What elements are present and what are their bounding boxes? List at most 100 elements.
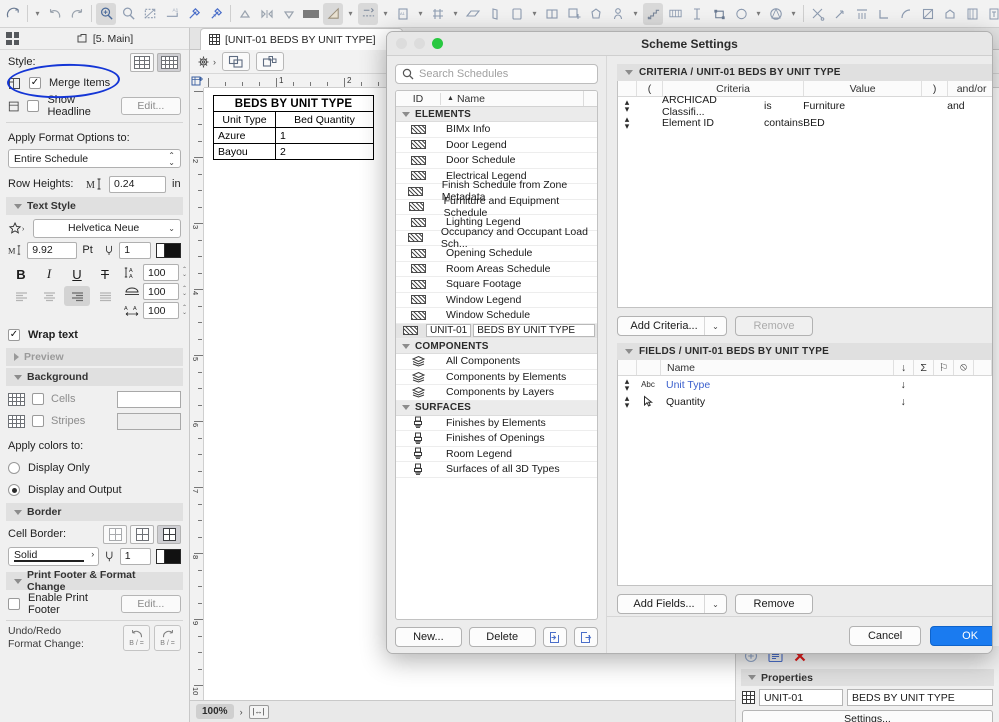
list-item[interactable]: Furniture and Equipment Schedule <box>396 200 597 216</box>
marquee-icon[interactable] <box>140 3 160 25</box>
triangle-icon[interactable] <box>235 3 255 25</box>
chevron-down-icon-criteria[interactable]: ⌄ <box>704 317 726 335</box>
border-mid-button[interactable] <box>130 525 154 544</box>
list-header-id[interactable]: ID <box>396 93 440 105</box>
merge-cells-button[interactable] <box>222 52 250 71</box>
criteria-close-paren[interactable] <box>921 97 947 114</box>
reorder-handle-icon[interactable]: ▴▾ <box>625 395 630 409</box>
list-item[interactable]: Window Schedule <box>396 308 597 324</box>
chevron-down-icon-2[interactable]: ▾ <box>345 3 356 25</box>
background-section[interactable]: Background <box>6 368 183 386</box>
show-headline-checkbox[interactable] <box>27 100 39 112</box>
criteria-col-open[interactable]: ( <box>636 81 662 96</box>
redo-icon[interactable] <box>67 3 87 25</box>
triangle-down-icon[interactable] <box>279 3 299 25</box>
criteria-row-handle[interactable]: ▴▾ <box>618 114 636 131</box>
list-item[interactable]: Door Legend <box>396 138 597 154</box>
adjust-icon[interactable] <box>918 3 938 25</box>
zoom-chevron-icon[interactable]: › <box>240 707 243 717</box>
chevron-down-icon-4[interactable]: ▾ <box>415 3 426 25</box>
border-all-button[interactable] <box>157 525 181 544</box>
measure-icon[interactable]: A1 <box>162 3 182 25</box>
list-item[interactable]: Surfaces of all 3D Types <box>396 462 597 478</box>
list-item[interactable]: Finishes of Openings <box>396 431 597 447</box>
criteria-table[interactable]: ( Criteria Value ) and/or ▴▾ARCHICAD Cla… <box>617 81 993 308</box>
close-window-button[interactable] <box>396 38 407 49</box>
hatch-tool-icon[interactable] <box>962 3 982 25</box>
slab-icon[interactable] <box>463 3 483 25</box>
worksheet-icon[interactable]: A1 <box>393 3 413 25</box>
field-flag-cell[interactable] <box>933 376 953 393</box>
properties-settings-button[interactable]: Settings... <box>742 710 993 722</box>
field-sort-icon[interactable]: ↓ <box>893 376 913 393</box>
criteria-operator[interactable]: is <box>764 100 772 112</box>
field-hide-cell[interactable] <box>953 393 973 410</box>
view-tab[interactable]: [5. Main] <box>27 33 183 45</box>
beam-icon[interactable] <box>687 3 707 25</box>
fields-col-hide-icon[interactable]: ⦸ <box>953 360 973 375</box>
list-item[interactable]: BIMx Info <box>396 122 597 138</box>
criteria-row[interactable]: ▴▾ Element IDcontainsBED <box>618 114 993 131</box>
align-justify-button[interactable] <box>92 286 118 306</box>
enable-print-footer-checkbox[interactable] <box>8 598 20 610</box>
criteria-value[interactable]: Furniture <box>803 97 921 114</box>
field-row-handle[interactable]: ▴▾ <box>618 376 636 393</box>
cut-icon[interactable] <box>808 3 828 25</box>
syringe-icon[interactable] <box>206 3 226 25</box>
undo-format-button[interactable]: B / = <box>123 625 150 651</box>
fields-table[interactable]: Name ↓ Σ ⚐ ⦸ ▴▾AbcUnit Type↓▴▾Quantity↓ <box>617 360 993 586</box>
merge-items-row[interactable]: ✓ Merge Items <box>0 72 189 94</box>
bold-button[interactable]: B <box>8 264 34 284</box>
arc-icon[interactable] <box>3 3 23 25</box>
maximize-window-button[interactable] <box>432 38 443 49</box>
cancel-button[interactable]: Cancel <box>849 626 921 646</box>
list-item[interactable]: All Components <box>396 354 597 370</box>
eyedropper-icon[interactable] <box>184 3 204 25</box>
chevron-down-icon-6[interactable]: ▾ <box>529 3 540 25</box>
magic-wand-icon[interactable] <box>323 3 343 25</box>
border-pen-input[interactable]: 1 <box>120 548 151 565</box>
list-item[interactable]: Components by Elements <box>396 370 597 386</box>
schedule-item-id[interactable]: UNIT-01 <box>426 324 471 337</box>
undo-icon[interactable] <box>45 3 65 25</box>
roof-icon[interactable] <box>940 3 960 25</box>
field-row[interactable]: ▴▾AbcUnit Type↓ <box>618 376 993 393</box>
schedule-group-header[interactable]: SURFACES <box>396 401 597 416</box>
font-family-select[interactable]: Helvetica Neue ⌄ <box>33 219 181 238</box>
fields-col-sum-icon[interactable]: Σ <box>913 360 933 375</box>
schedule-group-header[interactable]: ELEMENTS <box>396 107 597 122</box>
door-icon[interactable] <box>542 3 562 25</box>
criteria-value[interactable]: BED <box>803 114 921 131</box>
display-only-row[interactable]: Display Only <box>0 457 189 479</box>
scheme-settings-button[interactable]: › <box>196 54 216 70</box>
table-row[interactable]: Bayou 2 <box>214 144 374 160</box>
offset-icon[interactable] <box>874 3 894 25</box>
font-size-input[interactable]: 9.92 <box>27 242 77 259</box>
border-color-swatch[interactable] <box>156 549 181 564</box>
railing-icon[interactable] <box>665 3 685 25</box>
search-input[interactable]: Search Schedules <box>419 68 508 80</box>
display-only-radio[interactable] <box>8 462 20 474</box>
remove-criteria-button[interactable]: Remove <box>735 316 813 336</box>
schedule-item-name[interactable]: BEDS BY UNIT TYPE <box>473 324 595 337</box>
zoom-level[interactable]: 100% <box>196 704 234 719</box>
document-icon[interactable] <box>507 3 527 25</box>
field-row-handle[interactable]: ▴▾ <box>618 393 636 410</box>
enable-print-footer-row[interactable]: Enable Print Footer Edit... <box>0 592 189 616</box>
fill-pattern-icon[interactable] <box>301 3 321 25</box>
criteria-open-paren[interactable] <box>636 114 662 131</box>
favorites-star-icon[interactable]: › <box>8 221 28 236</box>
wrap-text-row[interactable]: ✓ Wrap text <box>0 324 189 346</box>
curtain-wall-icon[interactable] <box>731 3 751 25</box>
cell-unit-type-2[interactable]: Bayou <box>214 144 276 160</box>
field-name[interactable]: Quantity <box>660 393 893 410</box>
cells-checkbox[interactable] <box>32 393 44 405</box>
field-name[interactable]: Unit Type <box>660 376 893 393</box>
border-section[interactable]: Border <box>6 503 183 521</box>
criteria-name-cell[interactable]: Element IDcontains <box>662 114 803 131</box>
new-schedule-button[interactable]: New... <box>395 627 462 647</box>
shell-icon[interactable] <box>766 3 786 25</box>
criteria-operator[interactable]: contains <box>764 117 803 129</box>
trim-icon[interactable] <box>830 3 850 25</box>
reorder-handle-icon[interactable]: ▴▾ <box>625 99 630 113</box>
